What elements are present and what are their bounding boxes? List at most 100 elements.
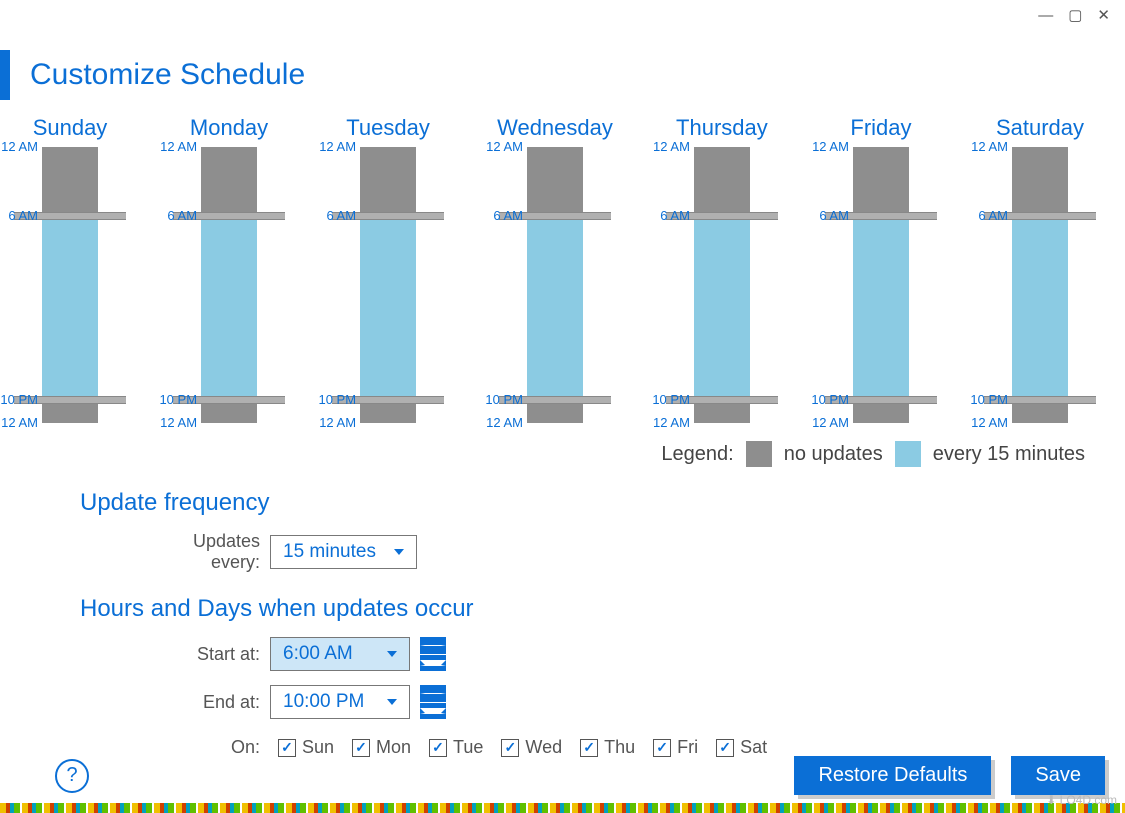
day-bar-wrap: 12 AM6 AM10 PM12 AM xyxy=(990,147,1090,423)
close-icon[interactable]: ✕ xyxy=(1097,6,1110,24)
day-bar[interactable]: 12 AM6 AM10 PM12 AM xyxy=(853,147,909,423)
checkbox-label: Sat xyxy=(740,737,767,758)
day-name: Thursday xyxy=(672,115,772,141)
save-button[interactable]: Save xyxy=(1011,756,1105,795)
day-bar[interactable]: 12 AM6 AM10 PM12 AM xyxy=(360,147,416,423)
checkbox-icon: ✓ xyxy=(716,739,734,757)
checkbox-label: Wed xyxy=(525,737,562,758)
day-bar-active xyxy=(201,216,257,400)
time-tick: 12 AM xyxy=(644,139,690,154)
day-name: Sunday xyxy=(20,115,120,141)
accent-bar xyxy=(0,50,10,100)
day-bar-active xyxy=(1012,216,1068,400)
checkbox-label: Sun xyxy=(302,737,334,758)
help-button[interactable]: ? xyxy=(55,759,89,793)
day-bar[interactable]: 12 AM6 AM10 PM12 AM xyxy=(42,147,98,423)
on-label: On: xyxy=(140,737,260,758)
day-bar[interactable]: 12 AM6 AM10 PM12 AM xyxy=(527,147,583,423)
day-bar[interactable]: 12 AM6 AM10 PM12 AM xyxy=(1012,147,1068,423)
legend-label: Legend: xyxy=(661,443,733,466)
time-tick: 10 PM xyxy=(477,392,523,407)
checkbox-icon: ✓ xyxy=(580,739,598,757)
time-tick: 10 PM xyxy=(310,392,356,407)
window-controls: — ▢ ✕ xyxy=(0,0,1125,30)
legend-swatch-every xyxy=(895,441,921,467)
time-tick: 6 AM xyxy=(803,208,849,223)
time-tick: 6 AM xyxy=(644,208,690,223)
page-title: Customize Schedule xyxy=(30,58,305,92)
time-tick: 10 PM xyxy=(644,392,690,407)
minimize-icon[interactable]: — xyxy=(1038,7,1053,24)
schedule-chart: Sunday12 AM6 AM10 PM12 AMMonday12 AM6 AM… xyxy=(0,100,1125,423)
start-at-dropdown[interactable]: 6:00 AM xyxy=(270,637,410,671)
updates-every-value: 15 minutes xyxy=(283,541,376,563)
watermark: ⬇ LO4D.com xyxy=(1046,793,1117,807)
start-at-value: 6:00 AM xyxy=(283,643,353,665)
day-bar[interactable]: 12 AM6 AM10 PM12 AM xyxy=(694,147,750,423)
time-tick: 6 AM xyxy=(310,208,356,223)
end-at-spinner[interactable] xyxy=(420,685,446,719)
day-bar[interactable]: 12 AM6 AM10 PM12 AM xyxy=(201,147,257,423)
updates-every-label: Updates every: xyxy=(140,531,260,573)
time-tick: 12 AM xyxy=(477,415,523,430)
checkbox-icon: ✓ xyxy=(352,739,370,757)
end-at-value: 10:00 PM xyxy=(283,691,364,713)
checkbox-icon: ✓ xyxy=(429,739,447,757)
day-column: Saturday 12 AM6 AM10 PM12 AM xyxy=(990,115,1090,423)
day-name: Friday xyxy=(831,115,931,141)
chevron-down-icon xyxy=(387,699,397,705)
updates-every-dropdown[interactable]: 15 minutes xyxy=(270,535,417,569)
time-tick: 12 AM xyxy=(0,139,38,154)
time-tick: 12 AM xyxy=(151,139,197,154)
time-tick: 10 PM xyxy=(962,392,1008,407)
day-name: Tuesday xyxy=(338,115,438,141)
time-tick: 12 AM xyxy=(310,415,356,430)
time-tick: 12 AM xyxy=(803,415,849,430)
day-bar-wrap: 12 AM6 AM10 PM12 AM xyxy=(505,147,605,423)
day-checkbox[interactable]: ✓ Thu xyxy=(580,737,635,758)
time-tick: 6 AM xyxy=(962,208,1008,223)
checkbox-icon: ✓ xyxy=(501,739,519,757)
time-tick: 6 AM xyxy=(151,208,197,223)
checkbox-icon: ✓ xyxy=(278,739,296,757)
day-bar-active xyxy=(853,216,909,400)
day-column: Monday12 AM6 AM10 PM12 AM xyxy=(179,115,279,423)
update-frequency-title: Update frequency xyxy=(80,489,1125,517)
day-bar-wrap: 12 AM6 AM10 PM12 AM xyxy=(831,147,931,423)
spinner-down-icon[interactable] xyxy=(420,655,446,672)
day-bar-active xyxy=(360,216,416,400)
day-bar-active xyxy=(42,216,98,400)
checkbox-label: Fri xyxy=(677,737,698,758)
end-at-dropdown[interactable]: 10:00 PM xyxy=(270,685,410,719)
day-bar-wrap: 12 AM6 AM10 PM12 AM xyxy=(20,147,120,423)
day-column: Sunday 12 AM6 AM10 PM12 AM xyxy=(20,115,120,423)
day-name: Saturday xyxy=(990,115,1090,141)
day-checkbox[interactable]: ✓ Fri xyxy=(653,737,698,758)
day-name: Wednesday xyxy=(497,115,613,141)
checkbox-label: Tue xyxy=(453,737,483,758)
time-tick: 10 PM xyxy=(0,392,38,407)
day-column: Wednesday 12 AM6 AM10 PM12 AM xyxy=(497,115,613,423)
restore-defaults-button[interactable]: Restore Defaults xyxy=(794,756,991,795)
day-bar-wrap: 12 AM6 AM10 PM12 AM xyxy=(179,147,279,423)
start-at-spinner[interactable] xyxy=(420,637,446,671)
time-tick: 12 AM xyxy=(310,139,356,154)
time-tick: 6 AM xyxy=(477,208,523,223)
checkbox-icon: ✓ xyxy=(653,739,671,757)
time-tick: 12 AM xyxy=(151,415,197,430)
day-checkbox[interactable]: ✓Mon xyxy=(352,737,411,758)
spinner-up-icon[interactable] xyxy=(420,685,446,703)
day-checkbox[interactable]: ✓ Tue xyxy=(429,737,483,758)
spinner-down-icon[interactable] xyxy=(420,703,446,720)
end-at-label: End at: xyxy=(140,692,260,713)
day-checkbox[interactable]: ✓ Wed xyxy=(501,737,562,758)
time-tick: 10 PM xyxy=(803,392,849,407)
maximize-icon[interactable]: ▢ xyxy=(1068,6,1082,24)
day-checkbox[interactable]: ✓ Sun xyxy=(278,737,334,758)
day-checkbox[interactable]: ✓ Sat xyxy=(716,737,767,758)
hours-days-title: Hours and Days when updates occur xyxy=(80,595,1125,623)
day-bar-wrap: 12 AM6 AM10 PM12 AM xyxy=(338,147,438,423)
spinner-up-icon[interactable] xyxy=(420,637,446,655)
day-bar-active xyxy=(527,216,583,400)
checkbox-label: Thu xyxy=(604,737,635,758)
